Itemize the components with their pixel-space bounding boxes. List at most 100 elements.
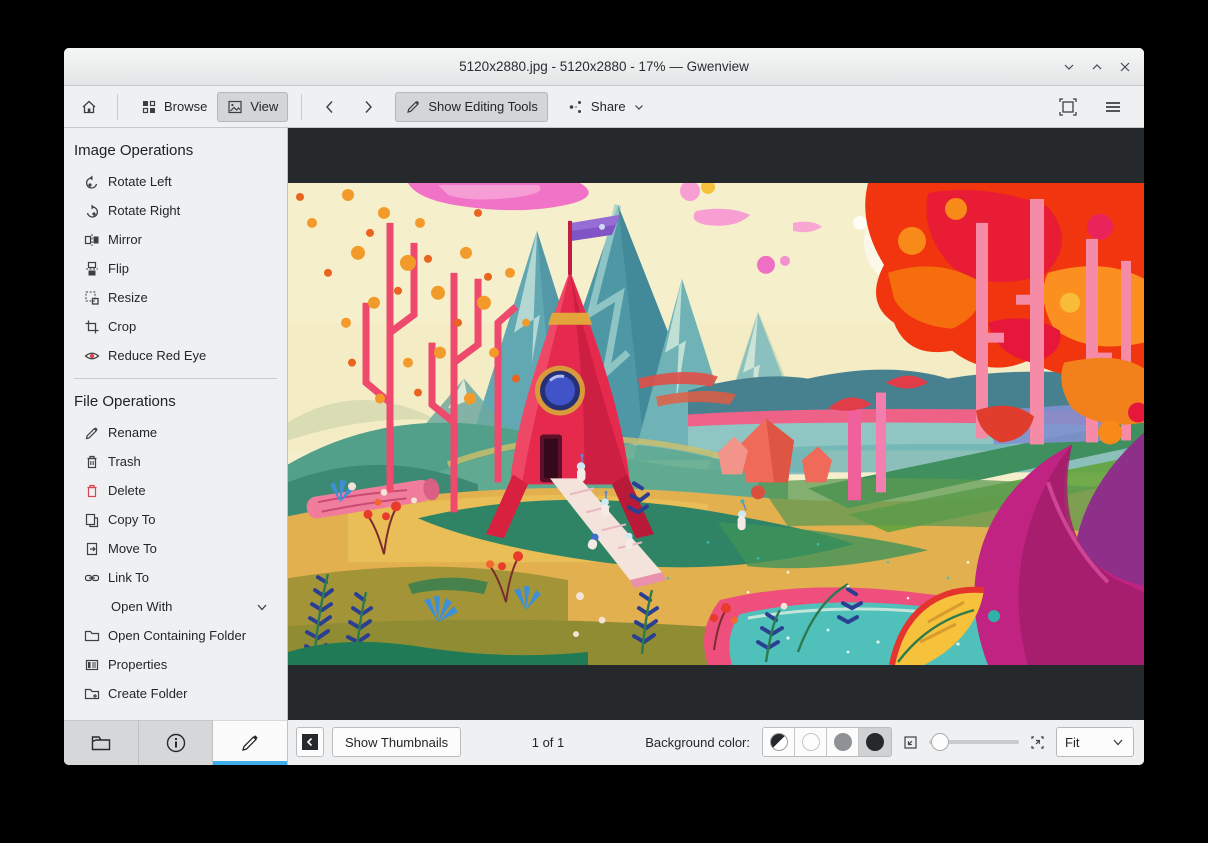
browse-icon	[142, 100, 156, 113]
zoom-to-fit-icon[interactable]	[902, 734, 919, 751]
properties-icon	[85, 659, 99, 670]
item-label: Reduce Red Eye	[108, 348, 207, 363]
item-label: Rotate Left	[108, 174, 172, 189]
sidebar-item-rename[interactable]: Rename	[64, 418, 287, 447]
link-to-icon	[84, 574, 100, 581]
sidebar-item-mirror[interactable]: Mirror	[64, 225, 287, 254]
view-icon	[228, 100, 242, 113]
neutral-color-swatch	[833, 733, 852, 751]
sidebar-item-rotate-left[interactable]: Rotate Left	[64, 167, 287, 196]
toolbar-separator	[301, 93, 303, 120]
close-button[interactable]	[1116, 58, 1134, 76]
sidebar-item-flip[interactable]: Flip	[64, 254, 287, 283]
back-button[interactable]	[315, 92, 345, 122]
minimize-button[interactable]	[1060, 58, 1078, 76]
trash-icon	[87, 455, 97, 468]
tab-operations[interactable]	[213, 720, 288, 765]
mirror-icon	[84, 233, 99, 246]
auto-color-swatch	[769, 733, 788, 751]
resize-icon	[85, 291, 99, 305]
actual-size-icon[interactable]	[1029, 734, 1046, 751]
sidebar-item-delete[interactable]: Delete	[64, 476, 287, 505]
folder-icon	[84, 630, 100, 641]
sidebar-item-trash[interactable]: Trash	[64, 447, 287, 476]
show-editing-tools-button[interactable]: Show Editing Tools	[395, 91, 548, 122]
share-button[interactable]: Share	[558, 92, 655, 122]
edit-pencil-icon	[407, 100, 420, 113]
sidebar-item-link-to[interactable]: Link To	[64, 563, 287, 592]
zoom-mode-select[interactable]: Fit	[1056, 727, 1134, 757]
item-label: Crop	[108, 319, 137, 334]
file-operations-title: File Operations	[74, 393, 176, 410]
show-thumbnails-button[interactable]: Show Thumbnails	[332, 727, 462, 757]
light-color-swatch	[801, 733, 820, 751]
item-label: Rename	[108, 425, 158, 440]
item-label: Open Containing Folder	[108, 628, 247, 643]
photo-no-mans-sky-artwork	[288, 183, 1144, 665]
item-label: Trash	[108, 454, 141, 469]
item-label: Copy To	[108, 512, 156, 527]
item-label: Create Folder	[108, 686, 188, 701]
item-label: Rotate Right	[108, 203, 181, 218]
browse-label: Browse	[164, 99, 208, 114]
reduce-red-eye-icon	[84, 352, 100, 359]
sidebar-item-copy-to[interactable]: Copy To	[64, 505, 287, 534]
sidebar-item-resize[interactable]: Resize	[64, 283, 287, 312]
home-button[interactable]	[74, 92, 104, 122]
toolbar-separator	[117, 93, 118, 120]
sidebar-item-move-to[interactable]: Move To	[64, 534, 287, 563]
forward-icon	[365, 100, 373, 113]
chevron-down-icon	[634, 104, 643, 110]
view-button[interactable]: View	[217, 91, 289, 122]
sidebar-item-create-folder[interactable]: Create Folder	[64, 679, 287, 708]
image-count: 1 of 1	[531, 735, 565, 750]
item-label: Link To	[108, 570, 149, 585]
main-toolbar: Browse View Show Editing Tools Share	[64, 86, 1144, 128]
delete-icon	[87, 484, 97, 497]
info-icon	[166, 733, 185, 753]
flip-icon	[86, 261, 98, 275]
toggle-sidebar-button[interactable]	[296, 727, 324, 757]
sidebar-item-reduce-red-eye[interactable]: Reduce Red Eye	[64, 341, 287, 370]
forward-button[interactable]	[353, 92, 383, 122]
bg-color-light-button[interactable]	[795, 728, 827, 756]
background-color-label: Background color:	[645, 734, 750, 750]
sidebar-item-open-containing-folder[interactable]: Open Containing Folder	[64, 621, 287, 650]
rotate-left-icon	[85, 175, 98, 189]
sidebar-item-open-with[interactable]: Open With	[64, 592, 287, 621]
folder-icon	[91, 736, 111, 751]
chevron-down-icon	[257, 604, 267, 610]
bg-color-auto-button[interactable]	[763, 728, 795, 756]
hamburger-menu-button[interactable]	[1098, 92, 1128, 122]
show-editing-tools-label: Show Editing Tools	[428, 99, 538, 114]
sidebar-collapse-icon	[302, 734, 318, 750]
rename-icon	[85, 426, 98, 439]
tab-folders[interactable]	[64, 720, 139, 765]
sidebar-divider	[74, 378, 277, 379]
hamburger-menu-icon	[1106, 101, 1120, 112]
sidebar-item-crop[interactable]: Crop	[64, 312, 287, 341]
fullscreen-button[interactable]	[1052, 92, 1084, 122]
rotate-right-icon	[86, 204, 99, 218]
sidebar-item-rotate-right[interactable]: Rotate Right	[64, 196, 287, 225]
browse-button[interactable]: Browse	[131, 92, 217, 122]
share-label: Share	[590, 99, 626, 114]
sidebar: Image Operations Rotate Left Rotate Righ…	[64, 128, 288, 765]
sidebar-item-properties[interactable]: Properties	[64, 650, 287, 679]
item-label: Properties	[108, 657, 168, 672]
view-label: View	[250, 99, 279, 114]
image-viewport[interactable]	[288, 128, 1144, 720]
titlebar[interactable]: 5120x2880.jpg - 5120x2880 - 17% — Gwenvi…	[64, 48, 1144, 86]
bg-color-dark-button[interactable]	[859, 728, 891, 756]
statusbar: Show Thumbnails 1 of 1 Background color:	[288, 720, 1144, 765]
bg-color-neutral-button[interactable]	[827, 728, 859, 756]
fullscreen-icon	[1059, 97, 1077, 116]
dark-color-swatch	[866, 733, 884, 751]
move-to-icon	[86, 542, 98, 555]
tab-information[interactable]	[138, 720, 214, 765]
zoom-slider-handle[interactable]	[931, 733, 949, 751]
zoom-mode-value: Fit	[1065, 734, 1080, 750]
zoom-slider[interactable]	[929, 732, 1019, 752]
maximize-button[interactable]	[1088, 58, 1106, 76]
chevron-down-icon	[1113, 739, 1123, 746]
